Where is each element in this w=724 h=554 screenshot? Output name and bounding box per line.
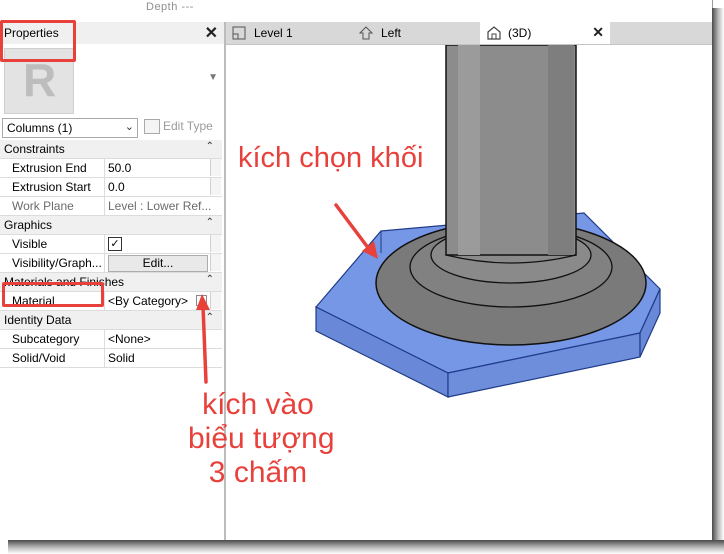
select-arrow-line <box>334 203 374 255</box>
row-extrusion-start[interactable]: Extrusion Start 0.0 <box>0 178 222 197</box>
elevation-icon <box>359 26 373 40</box>
frame-shadow-bottom <box>8 540 724 554</box>
annotation-line: kích vào <box>202 388 314 421</box>
row-scroll-cell <box>210 235 221 252</box>
select-block-annotation: kích chọn khối <box>238 142 424 174</box>
tab-label: (3D) <box>508 26 532 40</box>
row-work-plane[interactable]: Work Plane Level : Lower Ref... <box>0 197 222 216</box>
collapse-icon[interactable]: ⌃ <box>206 274 214 285</box>
property-name: Visibility/Graph... <box>12 256 102 270</box>
annotation-line: 3 chấm <box>208 456 308 489</box>
tab-label: Level 1 <box>254 26 293 40</box>
row-scroll-cell <box>210 254 221 271</box>
3d-house-icon <box>487 26 501 40</box>
property-name: Work Plane <box>12 199 74 213</box>
type-dropdown-icon[interactable]: ▼ <box>208 72 218 83</box>
type-preview-area: R ▼ <box>0 44 224 118</box>
section-materials[interactable]: Materials and Finishes ⌃ <box>0 273 222 292</box>
instance-filter-dropdown[interactable]: Columns (1) ⌄ <box>2 118 138 138</box>
properties-grid: Constraints ⌃ Extrusion End 50.0 Extrusi… <box>0 140 222 368</box>
screenshot-frame: Depth --- Properties ✕ R ▼ Columns (1) ⌄… <box>0 0 713 540</box>
selector-row: Columns (1) ⌄ Edit Type <box>0 118 224 140</box>
property-name: Visible <box>12 237 48 251</box>
tab-label: Left <box>381 26 402 40</box>
top-strip: Depth --- <box>0 0 712 20</box>
section-label: Graphics <box>4 218 53 232</box>
section-label: Constraints <box>4 142 65 156</box>
family-preview-icon: R <box>4 48 74 114</box>
column-divider <box>104 197 105 215</box>
property-name: Material <box>12 294 55 308</box>
column-divider <box>104 349 105 367</box>
row-visible[interactable]: Visible ✓ <box>0 235 222 254</box>
collapse-icon[interactable]: ⌃ <box>206 217 214 228</box>
section-graphics[interactable]: Graphics ⌃ <box>0 216 222 235</box>
collapse-icon[interactable]: ⌃ <box>206 141 214 152</box>
section-constraints[interactable]: Constraints ⌃ <box>0 140 222 159</box>
tab-3d[interactable]: (3D) ✕ <box>480 22 610 44</box>
properties-title-bar: Properties ✕ <box>0 22 224 45</box>
visibility-edit-button[interactable]: Edit... <box>108 255 208 272</box>
column-divider <box>104 330 105 348</box>
edit-type-icon <box>144 119 160 135</box>
column-divider <box>104 254 105 272</box>
section-identity[interactable]: Identity Data ⌃ <box>0 311 222 330</box>
annotation-line: biểu tượng <box>188 422 335 455</box>
property-value[interactable]: 50.0 <box>108 161 131 175</box>
tab-level-1[interactable]: Level 1 <box>226 22 352 44</box>
section-label: Materials and Finishes <box>4 275 125 289</box>
row-scroll-cell <box>210 178 221 195</box>
chevron-down-icon: ⌄ <box>124 121 134 133</box>
visible-checkbox[interactable]: ✓ <box>108 237 122 251</box>
depth-label: Depth --- <box>146 1 194 13</box>
edit-type-label: Edit Type <box>163 119 213 133</box>
property-value: Level : Lower Ref... <box>108 199 212 213</box>
column-shaft-shade <box>548 45 574 255</box>
close-properties-button[interactable]: ✕ <box>205 23 218 43</box>
row-extrusion-end[interactable]: Extrusion End 50.0 <box>0 159 222 178</box>
column-divider <box>104 292 105 310</box>
instance-filter-value: Columns (1) <box>7 121 73 135</box>
property-name: Extrusion Start <box>12 180 91 194</box>
column-divider <box>104 235 105 253</box>
tab-left[interactable]: Left <box>353 22 479 44</box>
property-value[interactable]: <By Category> <box>108 294 188 308</box>
property-name: Solid/Void <box>12 351 66 365</box>
edit-type-button[interactable]: Edit Type <box>144 119 213 135</box>
column-shaft-highlight <box>458 45 480 255</box>
revit-logo-letter: R <box>23 54 57 106</box>
row-scroll-cell <box>210 159 221 176</box>
properties-title: Properties <box>4 26 59 40</box>
row-subcategory[interactable]: Subcategory <None> <box>0 330 222 349</box>
close-tab-button[interactable]: ✕ <box>592 24 604 41</box>
click-dots-annotation: kích vào biểu tượng 3 chấm <box>188 388 335 490</box>
frame-shadow-right <box>712 8 724 554</box>
section-label: Identity Data <box>4 313 72 327</box>
view-tabs: Level 1 Left (3D) ✕ <box>226 22 712 45</box>
column-divider <box>104 178 105 196</box>
property-name: Subcategory <box>12 332 80 346</box>
floor-plan-icon <box>232 26 246 40</box>
row-material[interactable]: Material <By Category> <box>0 292 222 311</box>
row-visibility-graphics[interactable]: Visibility/Graph... Edit... <box>0 254 222 273</box>
property-value[interactable]: Solid <box>108 351 135 365</box>
column-divider <box>104 159 105 177</box>
property-name: Extrusion End <box>12 161 87 175</box>
property-value[interactable]: <None> <box>108 332 151 346</box>
dots-arrow <box>196 294 210 384</box>
row-solid-void[interactable]: Solid/Void Solid <box>0 349 222 368</box>
property-value[interactable]: 0.0 <box>108 180 125 194</box>
